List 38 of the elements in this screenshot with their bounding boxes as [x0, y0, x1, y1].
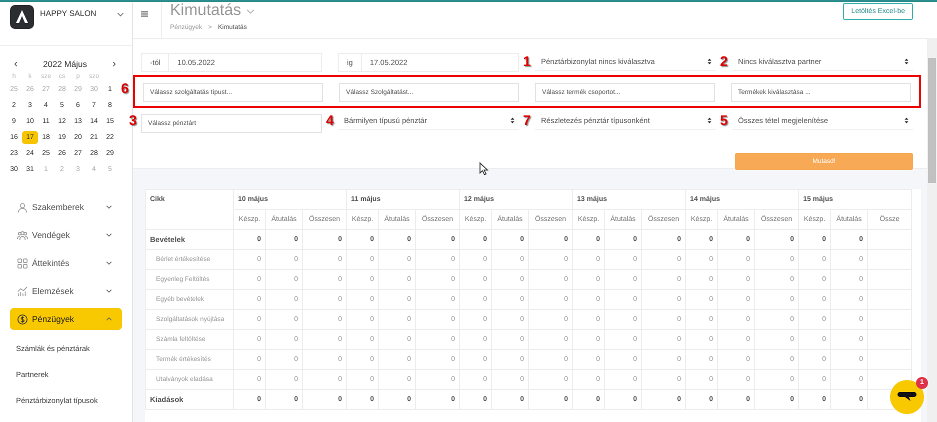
- chevron-down-icon[interactable]: [117, 12, 124, 17]
- annotation-number: 3: [129, 112, 137, 129]
- person-icon: [17, 202, 28, 212]
- page-title: Kimutatás: [170, 2, 242, 20]
- bar-chart-icon: [17, 286, 28, 296]
- menu-icon[interactable]: [141, 11, 148, 17]
- scrollbar[interactable]: [927, 38, 937, 422]
- sort-arrows-icon: [904, 58, 909, 65]
- chevron-down-icon: [106, 205, 112, 209]
- next-month-button[interactable]: ›: [108, 58, 120, 70]
- nav-item[interactable]: Elemzések: [10, 280, 122, 302]
- annotation-number: 7: [523, 112, 531, 129]
- previous-month-button[interactable]: ‹: [10, 58, 22, 70]
- sort-arrows-icon: [707, 117, 712, 124]
- annotation-number: 1: [523, 53, 531, 70]
- nav-item[interactable]: Pénzügyek: [10, 308, 122, 330]
- sort-arrows-icon: [904, 117, 909, 124]
- annotation-number: 2: [720, 53, 728, 70]
- dollar-coin-icon: [17, 314, 28, 324]
- nav-item[interactable]: Szakemberek: [10, 196, 122, 218]
- grid-icon: [17, 258, 28, 268]
- chat-bubble-icon: [897, 391, 917, 403]
- chevron-down-icon: [106, 261, 112, 265]
- chevron-down-icon[interactable]: [246, 8, 256, 14]
- sort-arrows-icon: [707, 58, 712, 65]
- chevron-down-icon: [106, 289, 112, 293]
- month-title: 2022 Május: [43, 59, 87, 69]
- annotation-number: 5: [720, 112, 728, 129]
- sort-arrows-icon: [510, 117, 515, 124]
- people-icon: [17, 230, 28, 240]
- salon-name: HAPPY SALON: [40, 9, 98, 18]
- nav-item[interactable]: Vendégek: [10, 224, 122, 246]
- annotation-number: 6: [121, 80, 129, 97]
- nav-item[interactable]: Áttekintés: [10, 252, 122, 274]
- logo-icon: [10, 5, 34, 29]
- chevron-down-icon: [106, 233, 112, 237]
- chevron-up-icon: [106, 317, 112, 321]
- annotation-number: 4: [326, 112, 334, 129]
